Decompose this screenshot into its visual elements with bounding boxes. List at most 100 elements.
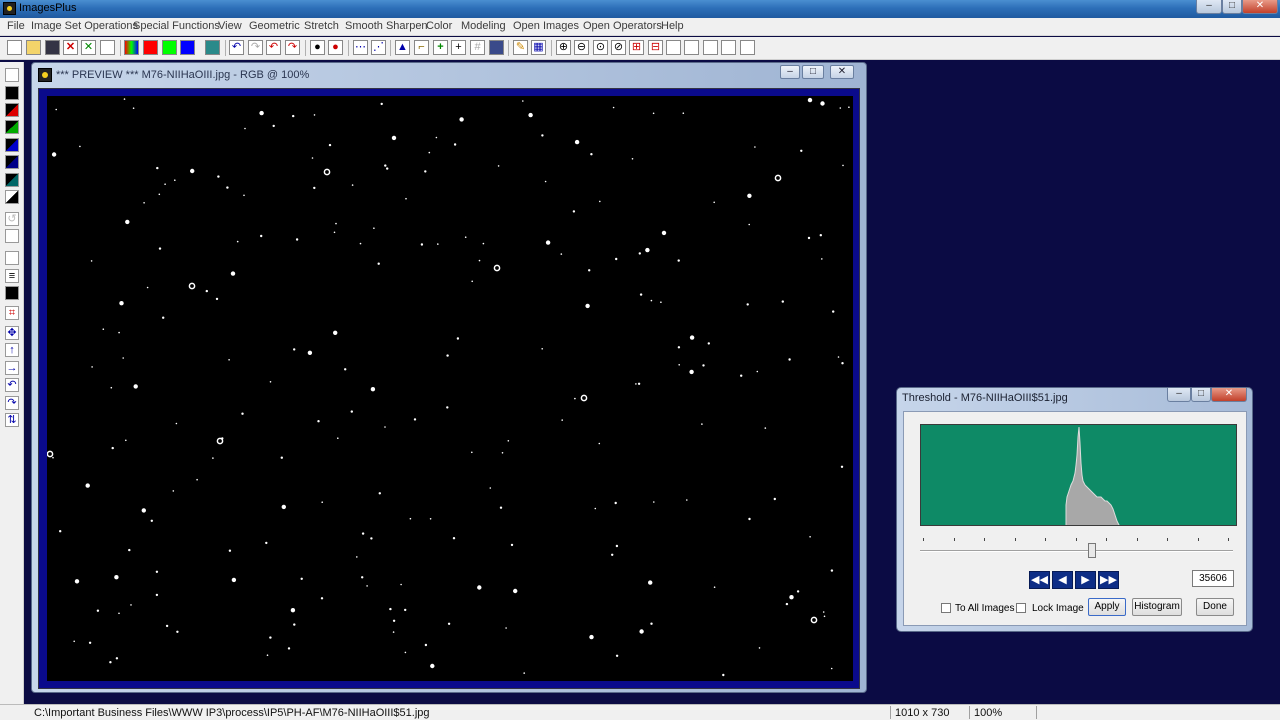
redo-all-icon[interactable]: ↷: [285, 40, 300, 55]
window-size-1-icon[interactable]: [666, 40, 681, 55]
arrow-up-icon[interactable]: ↑: [5, 343, 19, 357]
teal-swatch-icon[interactable]: [5, 173, 19, 187]
combine-channels-icon[interactable]: [205, 40, 220, 55]
undo-all-icon[interactable]: ↶: [266, 40, 281, 55]
select-box-icon[interactable]: [5, 251, 19, 265]
blue-swatch-icon[interactable]: [5, 138, 19, 152]
step-forward-icon[interactable]: ▶: [1075, 571, 1096, 589]
menu-open-images[interactable]: Open Images: [513, 20, 579, 32]
fill-black-icon[interactable]: [5, 286, 19, 300]
step-back-icon[interactable]: ◀: [1052, 571, 1073, 589]
menu-special-functions[interactable]: Special Functions: [133, 20, 220, 32]
close-all-icon[interactable]: ✕: [81, 40, 96, 55]
layers-icon[interactable]: [5, 68, 19, 82]
star: [110, 386, 113, 389]
plus-green-icon[interactable]: +: [433, 40, 448, 55]
reset-icon[interactable]: ↺: [5, 212, 19, 226]
grid-icon[interactable]: ▦: [531, 40, 546, 55]
lock-image-checkbox[interactable]: [1016, 603, 1026, 613]
threshold-minimize-button[interactable]: –: [1167, 388, 1191, 402]
zoom-out-icon[interactable]: ⊖: [574, 40, 589, 55]
red-swatch-icon[interactable]: [5, 103, 19, 117]
open-folder-icon[interactable]: [26, 40, 41, 55]
threshold-slider-track[interactable]: [920, 550, 1233, 552]
window-size-5-icon[interactable]: [740, 40, 755, 55]
preview-minimize-button[interactable]: –: [780, 65, 800, 79]
menu-modeling[interactable]: Modeling: [461, 20, 506, 32]
zoom-fit-icon[interactable]: ⊙: [593, 40, 608, 55]
black-swatch-icon[interactable]: [5, 86, 19, 100]
done-button[interactable]: Done: [1196, 598, 1234, 616]
preview-close-button[interactable]: ✕: [830, 65, 854, 79]
menu-help[interactable]: Help: [661, 20, 684, 32]
star: [205, 289, 208, 293]
rewind-fast-icon[interactable]: ◀◀: [1029, 571, 1050, 589]
maximize-button[interactable]: □: [1222, 0, 1242, 14]
new-file-icon[interactable]: [7, 40, 22, 55]
zoom-plus-box-icon[interactable]: ⊞: [629, 40, 644, 55]
apply-button[interactable]: Apply: [1088, 598, 1126, 616]
gradient-icon[interactable]: [5, 229, 19, 243]
rgb-channels-icon[interactable]: [124, 40, 139, 55]
zoom-in-icon[interactable]: ⊕: [556, 40, 571, 55]
zoom-actual-icon[interactable]: ⊘: [611, 40, 626, 55]
bw-swatch-icon[interactable]: [5, 190, 19, 204]
menu-smooth-sharpen[interactable]: Smooth Sharpen: [345, 20, 428, 32]
to-all-images-checkbox[interactable]: [941, 603, 951, 613]
image-info-icon[interactable]: [489, 40, 504, 55]
save-icon[interactable]: [45, 40, 60, 55]
star: [231, 577, 237, 583]
star: [821, 258, 823, 260]
zoom-minus-box-icon[interactable]: ⊟: [648, 40, 663, 55]
threshold-value-field[interactable]: 35606: [1192, 570, 1234, 587]
triangle-icon[interactable]: ▲: [395, 40, 410, 55]
curves-icon[interactable]: ⌐: [414, 40, 429, 55]
star-image[interactable]: [47, 96, 853, 681]
rotate-left-icon[interactable]: ↶: [5, 378, 19, 392]
copy-icon[interactable]: [100, 40, 115, 55]
close-image-icon[interactable]: ✕: [63, 40, 78, 55]
mask-icon[interactable]: ●: [310, 40, 325, 55]
flip-icon[interactable]: ⇅: [5, 413, 19, 427]
green-channel-icon[interactable]: [162, 40, 177, 55]
menu-view[interactable]: View: [218, 20, 242, 32]
menu-open-operators[interactable]: Open Operators: [583, 20, 662, 32]
star: [842, 164, 844, 167]
threshold-close-button[interactable]: ✕: [1211, 388, 1247, 402]
window-size-4-icon[interactable]: [721, 40, 736, 55]
grid-disabled-icon[interactable]: #: [470, 40, 485, 55]
move-icon[interactable]: ✥: [5, 326, 19, 340]
pencil-icon[interactable]: ✎: [513, 40, 528, 55]
dotted-select-icon[interactable]: ⋰: [371, 40, 386, 55]
window-size-3-icon[interactable]: [703, 40, 718, 55]
threshold-maximize-button[interactable]: □: [1191, 388, 1211, 402]
minimize-button[interactable]: –: [1196, 0, 1222, 14]
align-icon[interactable]: ≡: [5, 269, 19, 283]
redo-icon[interactable]: ↷: [248, 40, 263, 55]
undo-icon[interactable]: ↶: [229, 40, 244, 55]
preview-maximize-button[interactable]: □: [802, 65, 824, 79]
histogram-button[interactable]: Histogram: [1132, 598, 1182, 616]
menu-color[interactable]: Color: [426, 20, 452, 32]
threshold-slider-thumb[interactable]: [1088, 543, 1097, 558]
green-swatch-icon[interactable]: [5, 120, 19, 134]
close-button[interactable]: ✕: [1242, 0, 1278, 14]
menu-image-set-operations[interactable]: Image Set Operations: [31, 20, 138, 32]
star: [471, 280, 474, 283]
forward-fast-icon[interactable]: ▶▶: [1098, 571, 1119, 589]
menu-stretch[interactable]: Stretch: [304, 20, 339, 32]
rotate-right-icon[interactable]: ↷: [5, 396, 19, 410]
menu-file[interactable]: File: [7, 20, 25, 32]
mask-red-icon[interactable]: ●: [328, 40, 343, 55]
crop-icon[interactable]: ⌗: [5, 306, 19, 320]
star: [96, 609, 100, 612]
navy-swatch-icon[interactable]: [5, 155, 19, 169]
dotted-line-icon[interactable]: ⋯: [353, 40, 368, 55]
red-channel-icon[interactable]: [143, 40, 158, 55]
star: [370, 387, 376, 392]
crosshair-icon[interactable]: +: [451, 40, 466, 55]
arrow-right-icon[interactable]: →: [5, 361, 19, 375]
menu-geometric[interactable]: Geometric: [249, 20, 300, 32]
window-size-2-icon[interactable]: [684, 40, 699, 55]
blue-channel-icon[interactable]: [180, 40, 195, 55]
